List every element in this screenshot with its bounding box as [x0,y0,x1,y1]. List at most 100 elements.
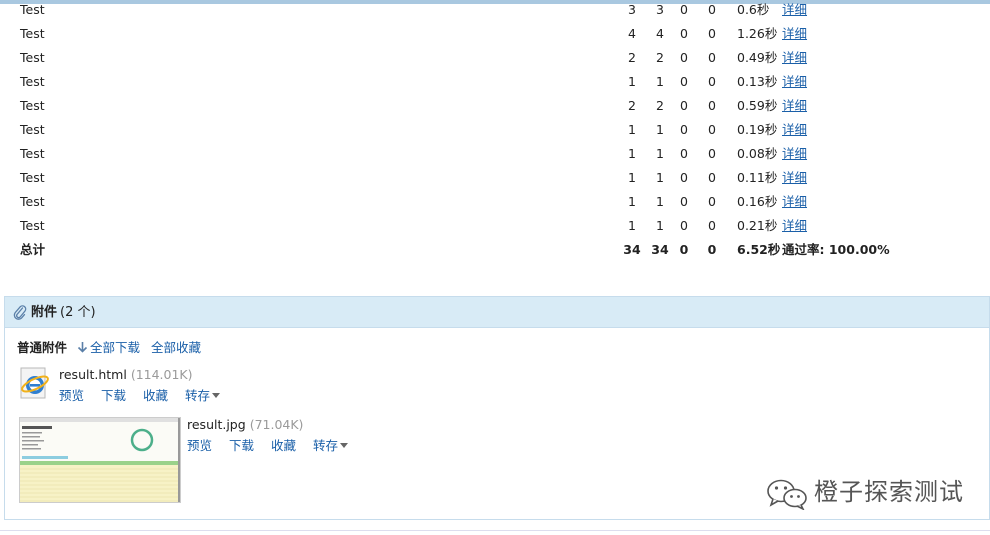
total-count: 1 [628,170,636,185]
fail-count: 0 [680,26,688,41]
detail-link[interactable]: 详细 [782,166,807,190]
row-name: Test [20,74,45,89]
error-count: 0 [708,146,716,161]
error-count: 0 [708,194,716,209]
detail-link[interactable]: 详细 [782,22,807,46]
total-count: 1 [628,122,636,137]
image-thumbnail[interactable] [19,417,181,503]
fail-count: 0 [680,50,688,65]
table-row: Test 1 1 0 0 0.19秒 详细 [0,118,990,142]
summary-total-count: 34 [623,242,641,257]
row-name: Test [20,98,45,113]
error-count: 0 [708,2,716,17]
duration: 1.26秒 [737,26,778,41]
download-link[interactable]: 下载 [101,388,126,403]
pass-count: 3 [656,2,664,17]
fail-count: 0 [680,170,688,185]
preview-link[interactable]: 预览 [187,438,212,453]
row-name: Test [20,218,45,233]
forward-dropdown[interactable]: 转存 [313,438,349,453]
error-count: 0 [708,170,716,185]
duration: 0.19秒 [737,122,778,137]
error-count: 0 [708,122,716,137]
table-row: Test 1 1 0 0 0.08秒 详细 [0,142,990,166]
attachments-count: (2 个) [60,305,96,320]
error-count: 0 [708,26,716,41]
chevron-down-icon [340,443,349,448]
summary-row: 总计 34 34 0 0 6.52秒 通过率: 100.00% [0,238,990,262]
summary-duration: 6.52秒 [737,242,781,257]
download-all-label: 全部下载 [90,340,141,355]
pass-count: 4 [656,26,664,41]
download-all-button[interactable]: 全部下载 [77,338,140,358]
summary-fail-count: 0 [679,242,689,257]
row-name: Test [20,26,45,41]
fail-count: 0 [680,98,688,113]
fail-count: 0 [680,218,688,233]
favorite-link[interactable]: 收藏 [271,438,296,453]
attachments-title: 附件 [31,305,58,320]
pass-count: 2 [656,98,664,113]
detail-link[interactable]: 详细 [782,70,807,94]
detail-link[interactable]: 详细 [782,46,807,70]
pass-count: 1 [656,218,664,233]
favorite-all-button[interactable]: 全部收藏 [151,338,201,358]
summary-error-count: 0 [707,242,717,257]
detail-link[interactable]: 详细 [782,118,807,142]
detail-link[interactable]: 详细 [782,0,807,22]
fail-count: 0 [680,74,688,89]
section-label: 普通附件 [17,340,68,355]
ie-icon [20,367,49,399]
duration: 0.21秒 [737,218,778,233]
table-row: Test 1 1 0 0 0.11秒 详细 [0,166,990,190]
file-name: result.jpg [187,417,246,432]
preview-link[interactable]: 预览 [59,388,84,403]
duration: 0.08秒 [737,146,778,161]
favorite-link[interactable]: 收藏 [143,388,168,403]
forward-dropdown[interactable]: 转存 [185,388,221,403]
pass-count: 1 [656,122,664,137]
file-name-row: result.jpg (71.04K) [187,417,303,432]
total-count: 1 [628,218,636,233]
table-row: Test 4 4 0 0 1.26秒 详细 [0,22,990,46]
total-count: 1 [628,146,636,161]
file-name-row: result.html (114.01K) [59,367,193,382]
forward-label: 转存 [185,388,211,403]
file-size: (114.01K) [130,367,193,382]
attachments-header: 附件 (2 个) [5,297,989,328]
table-row: Test 3 3 0 0 0.6秒 详细 [0,0,990,22]
results-table: Test 3 3 0 0 0.6秒 详细 Test 4 4 0 0 1.26秒 详细 Test 2 2 0 0 0.4… [0,0,990,268]
duration: 0.16秒 [737,194,778,209]
duration: 0.6秒 [737,2,770,17]
detail-link[interactable]: 详细 [782,190,807,214]
file-name: result.html [59,367,127,382]
detail-link[interactable]: 详细 [782,94,807,118]
total-count: 1 [628,194,636,209]
chevron-down-icon [212,393,221,398]
row-name: Test [20,170,45,185]
download-link[interactable]: 下载 [229,438,254,453]
summary-row-name: 总计 [20,242,46,257]
table-row: Test 1 1 0 0 0.16秒 详细 [0,190,990,214]
pass-count: 1 [656,194,664,209]
error-count: 0 [708,74,716,89]
bottom-divider [0,530,990,531]
file-actions: 预览 下载 收藏 转存 [187,435,361,454]
thumbnail-preview-image [20,418,180,502]
detail-link[interactable]: 详细 [782,142,807,166]
error-count: 0 [708,98,716,113]
table-row: Test 1 1 0 0 0.21秒 详细 [0,214,990,238]
total-count: 2 [628,50,636,65]
table-row: Test 2 2 0 0 0.59秒 详细 [0,94,990,118]
detail-link[interactable]: 详细 [782,214,807,238]
duration: 0.11秒 [737,170,778,185]
fail-count: 0 [680,122,688,137]
duration: 0.13秒 [737,74,778,89]
row-name: Test [20,122,45,137]
pass-count: 2 [656,50,664,65]
pass-rate: 通过率: 100.00% [782,242,890,257]
table-row: Test 1 1 0 0 0.13秒 详细 [0,70,990,94]
fail-count: 0 [680,194,688,209]
table-row: Test 2 2 0 0 0.49秒 详细 [0,46,990,70]
total-count: 4 [628,26,636,41]
